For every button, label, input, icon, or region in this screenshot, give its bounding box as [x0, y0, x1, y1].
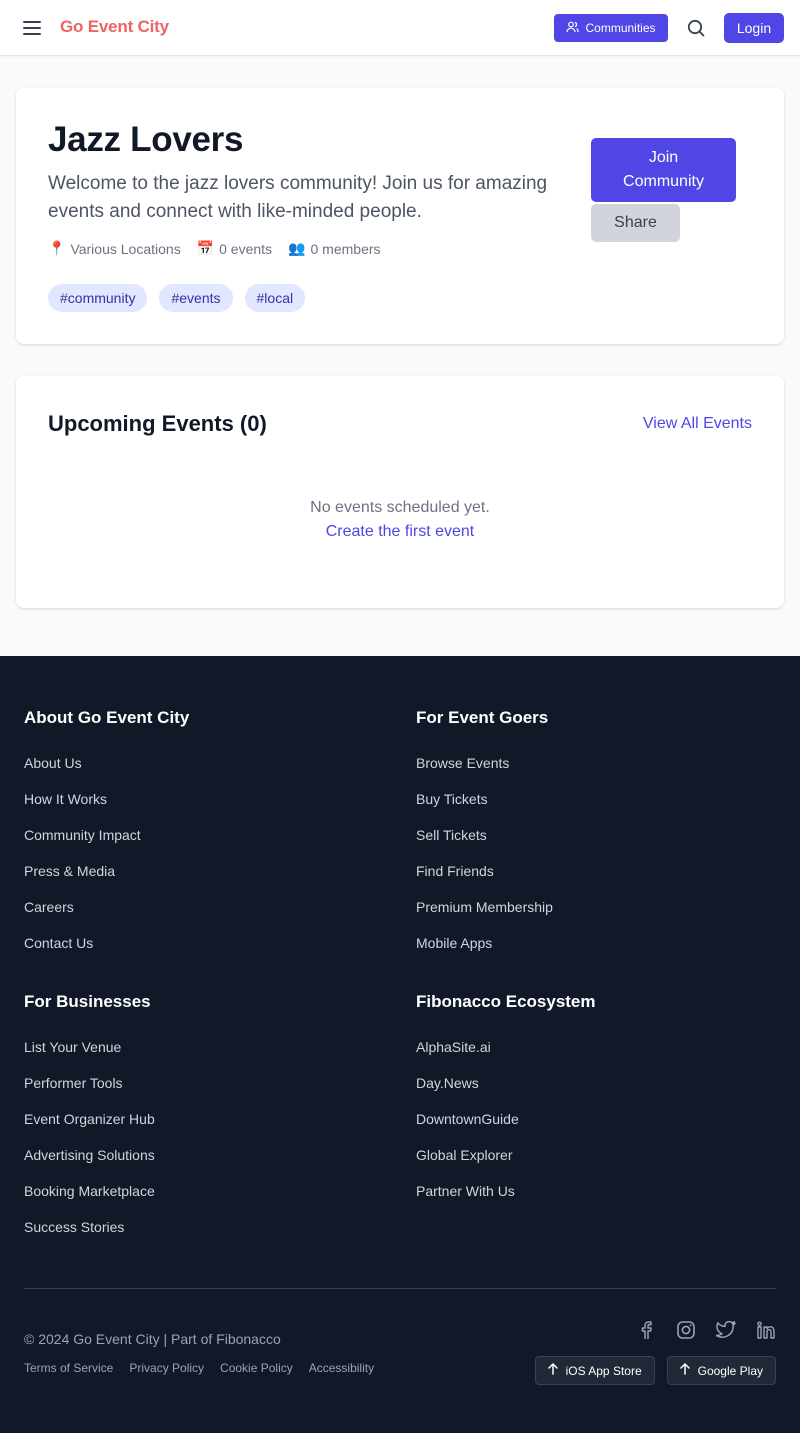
members-icon: 👥 [288, 240, 306, 256]
instagram-icon[interactable] [676, 1320, 696, 1340]
members-meta: 👥 0 members [288, 240, 380, 257]
twitter-icon[interactable] [716, 1320, 736, 1340]
terms-link[interactable]: Terms of Service [24, 1361, 113, 1375]
footer-link[interactable]: Premium Membership [416, 898, 553, 934]
ios-app-store-label: iOS App Store [565, 1363, 642, 1378]
top-navigation-bar: Go Event City Communities Login [0, 0, 800, 56]
footer-link[interactable]: List Your Venue [24, 1038, 155, 1074]
footer-link[interactable]: Mobile Apps [416, 934, 553, 970]
community-header-card: Jazz Lovers Welcome to the jazz lovers c… [16, 88, 784, 344]
communities-label: Communities [585, 21, 656, 35]
footer-link[interactable]: Event Organizer Hub [24, 1110, 155, 1146]
login-button[interactable]: Login [724, 13, 784, 43]
google-play-button[interactable]: Google Play [666, 1356, 776, 1385]
google-play-label: Google Play [697, 1363, 763, 1378]
community-meta: 📍 Various Locations 📅 0 events 👥 0 membe… [48, 240, 381, 257]
footer-column-about: About Go Event City About Us How It Work… [24, 708, 189, 970]
footer-heading: Fibonacco Ecosystem [416, 992, 596, 1011]
app-store-buttons: iOS App Store Google Play [534, 1356, 776, 1385]
footer-link[interactable]: DowntownGuide [416, 1110, 596, 1146]
share-button[interactable]: Share [591, 204, 680, 242]
footer-heading: For Businesses [24, 992, 151, 1011]
join-community-button[interactable]: Join Community [591, 138, 736, 202]
pin-icon: 📍 [48, 240, 66, 256]
users-icon [566, 21, 580, 36]
footer-column-ecosystem: Fibonacco Ecosystem AlphaSite.ai Day.New… [416, 992, 596, 1218]
footer-link[interactable]: Advertising Solutions [24, 1146, 155, 1182]
arrow-up-icon [679, 1363, 690, 1378]
communities-button[interactable]: Communities [554, 14, 668, 42]
privacy-link[interactable]: Privacy Policy [129, 1361, 204, 1375]
upcoming-events-title: Upcoming Events (0) [48, 411, 267, 436]
legal-links: Terms of Service Privacy Policy Cookie P… [24, 1361, 374, 1375]
footer-link[interactable]: Success Stories [24, 1218, 155, 1254]
footer-link[interactable]: Buy Tickets [416, 790, 553, 826]
footer-link[interactable]: AlphaSite.ai [416, 1038, 596, 1074]
view-all-events-link[interactable]: View All Events [643, 415, 752, 433]
tag-events[interactable]: #events [159, 284, 233, 312]
calendar-icon: 📅 [196, 240, 215, 256]
footer-link[interactable]: Press & Media [24, 862, 189, 898]
events-count-text: 0 events [219, 240, 273, 257]
linkedin-icon[interactable] [756, 1320, 776, 1340]
footer-heading: About Go Event City [24, 708, 190, 727]
footer-column-businesses: For Businesses List Your Venue Performer… [24, 992, 155, 1254]
upcoming-events-card: Upcoming Events (0) View All Events No e… [16, 376, 784, 608]
footer-link[interactable]: Global Explorer [416, 1146, 596, 1182]
brand-logo[interactable]: Go Event City [60, 17, 169, 37]
tag-community[interactable]: #community [48, 284, 148, 312]
community-description: Welcome to the jazz lovers community! Jo… [48, 173, 548, 222]
site-footer: About Go Event City About Us How It Work… [0, 656, 800, 1433]
events-meta: 📅 0 events [197, 240, 272, 257]
footer-link[interactable]: Careers [24, 898, 189, 934]
footer-link[interactable]: Day.News [416, 1074, 596, 1110]
footer-link[interactable]: Partner With Us [416, 1182, 596, 1218]
footer-link[interactable]: How It Works [24, 790, 189, 826]
accessibility-link[interactable]: Accessibility [309, 1361, 374, 1375]
footer-heading: For Event Goers [416, 708, 549, 727]
footer-link[interactable]: About Us [24, 754, 189, 790]
footer-link[interactable]: Performer Tools [24, 1074, 155, 1110]
members-count-text: 0 members [310, 240, 381, 257]
arrow-up-icon [547, 1363, 558, 1378]
menu-icon[interactable] [20, 16, 44, 40]
tag-list: #community #events #local [48, 284, 306, 312]
footer-link[interactable]: Booking Marketplace [24, 1182, 155, 1218]
footer-divider [24, 1288, 776, 1289]
footer-link[interactable]: Find Friends [416, 862, 553, 898]
location-text: Various Locations [70, 240, 181, 257]
create-first-event-link[interactable]: Create the first event [16, 523, 784, 541]
location-meta: 📍 Various Locations [48, 240, 181, 257]
footer-link[interactable]: Contact Us [24, 934, 189, 970]
footer-link[interactable]: Sell Tickets [416, 826, 553, 862]
search-icon[interactable] [684, 16, 708, 40]
footer-link[interactable]: Community Impact [24, 826, 189, 862]
community-title: Jazz Lovers [48, 120, 244, 159]
ios-app-store-button[interactable]: iOS App Store [534, 1356, 655, 1385]
tag-local[interactable]: #local [244, 284, 306, 312]
footer-link[interactable]: Browse Events [416, 754, 553, 790]
social-links [636, 1320, 776, 1340]
empty-events-text: No events scheduled yet. [310, 499, 490, 516]
footer-column-event-goers: For Event Goers Browse Events Buy Ticket… [416, 708, 553, 970]
copyright-text: © 2024 Go Event City | Part of Fibonacco [24, 1331, 281, 1347]
cookie-link[interactable]: Cookie Policy [220, 1361, 293, 1375]
facebook-icon[interactable] [636, 1320, 656, 1340]
